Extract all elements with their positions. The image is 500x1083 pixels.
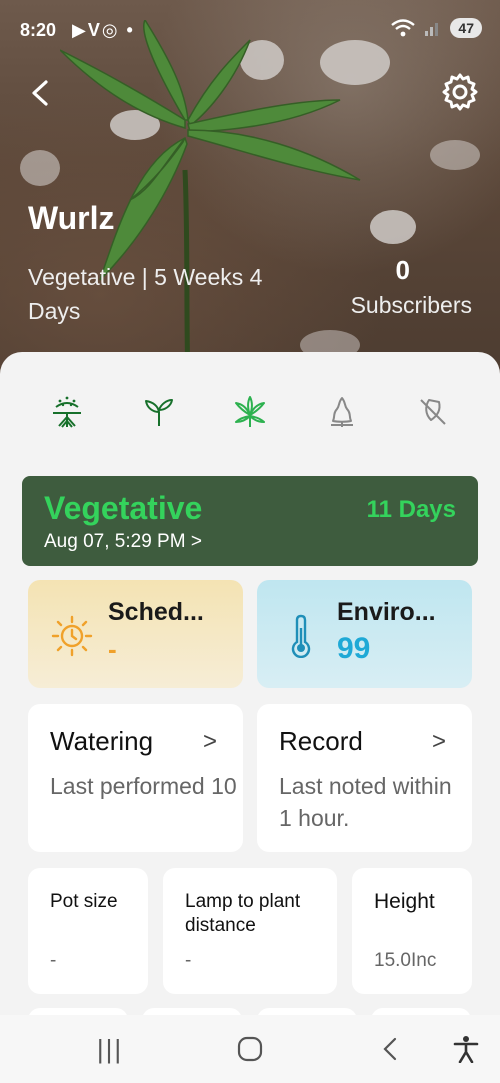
record-desc: Last noted within 1 hour. (279, 773, 452, 831)
environment-tile[interactable]: Enviro... 99 (257, 580, 472, 688)
pebble (20, 150, 60, 186)
status-bar: 8:20 ▶V◎ • 47 (0, 0, 500, 60)
plant-name: Wurlz (28, 200, 115, 236)
harvest-icon[interactable] (413, 394, 453, 430)
home-button[interactable] (230, 1033, 270, 1065)
lamp-distance-tile[interactable]: Lamp to plant distance - (163, 868, 337, 994)
lamp-distance-value: - (185, 950, 192, 971)
stage-progress (22, 394, 478, 508)
pebble (430, 140, 480, 170)
height-title: Height (374, 890, 435, 913)
battery-indicator: 47 (450, 18, 482, 38)
height-tile[interactable]: Height 15.0Inc (352, 868, 472, 994)
pot-size-tile[interactable]: Pot size - (28, 868, 148, 994)
back-nav-icon (383, 1037, 397, 1061)
subscribers-count[interactable]: 0 (396, 255, 410, 286)
system-nav-bar: ||| (0, 1015, 500, 1083)
watering-desc: Last performed 10 (50, 773, 237, 799)
stage-summary: Vegetative | 5 Weeks 4 Days (28, 264, 263, 324)
back-nav-button[interactable] (370, 1033, 410, 1065)
flowering-icon[interactable] (322, 394, 362, 430)
thermometer-icon (291, 614, 311, 658)
wifi-icon (391, 19, 416, 37)
schedule-value: - (108, 634, 117, 664)
signal-icon (425, 23, 439, 36)
pot-size-value: - (50, 950, 57, 971)
pot-size-title: Pot size (50, 891, 118, 912)
chevron-right-icon: > (431, 728, 446, 755)
record-title: Record (279, 726, 363, 756)
germination-icon[interactable] (47, 394, 87, 430)
gear-icon[interactable] (440, 72, 480, 112)
content-sheet: Vegetative Aug 07, 5:29 PM > 11 Days Sch… (0, 352, 500, 1083)
status-right: 47 (390, 18, 482, 38)
lamp-distance-title: Lamp to plant distance (185, 891, 301, 936)
watering-title: Watering (50, 726, 154, 756)
current-stage-card[interactable]: Vegetative Aug 07, 5:29 PM > 11 Days (22, 476, 478, 566)
schedule-tile[interactable]: Sched... - (28, 580, 243, 688)
subscribers-label[interactable]: Subscribers (351, 292, 472, 319)
accessibility-button[interactable] (446, 1033, 486, 1065)
height-value: 15.0Inc (374, 950, 437, 971)
notification-icons: ▶V◎ • (72, 20, 135, 40)
environment-title: Enviro... (337, 598, 436, 626)
home-icon (237, 1036, 263, 1062)
record-tile[interactable]: Record > Last noted within 1 hour. (257, 704, 472, 852)
vegetative-icon[interactable] (230, 394, 270, 430)
chevron-right-icon: > (202, 728, 217, 755)
status-time: 8:20 (20, 20, 57, 40)
back-arrow-icon[interactable] (26, 78, 56, 108)
stage-date: Aug 07, 5:29 PM > (44, 531, 202, 552)
stage-days: 11 Days (366, 496, 456, 523)
environment-value: 99 (337, 632, 371, 665)
schedule-title: Sched... (108, 598, 204, 626)
accessibility-icon (453, 1036, 479, 1063)
sun-clock-icon (51, 615, 93, 657)
recents-button[interactable]: ||| (90, 1033, 130, 1065)
watering-tile[interactable]: Watering > Last performed 10 (28, 704, 243, 852)
seedling-icon[interactable] (139, 394, 179, 430)
